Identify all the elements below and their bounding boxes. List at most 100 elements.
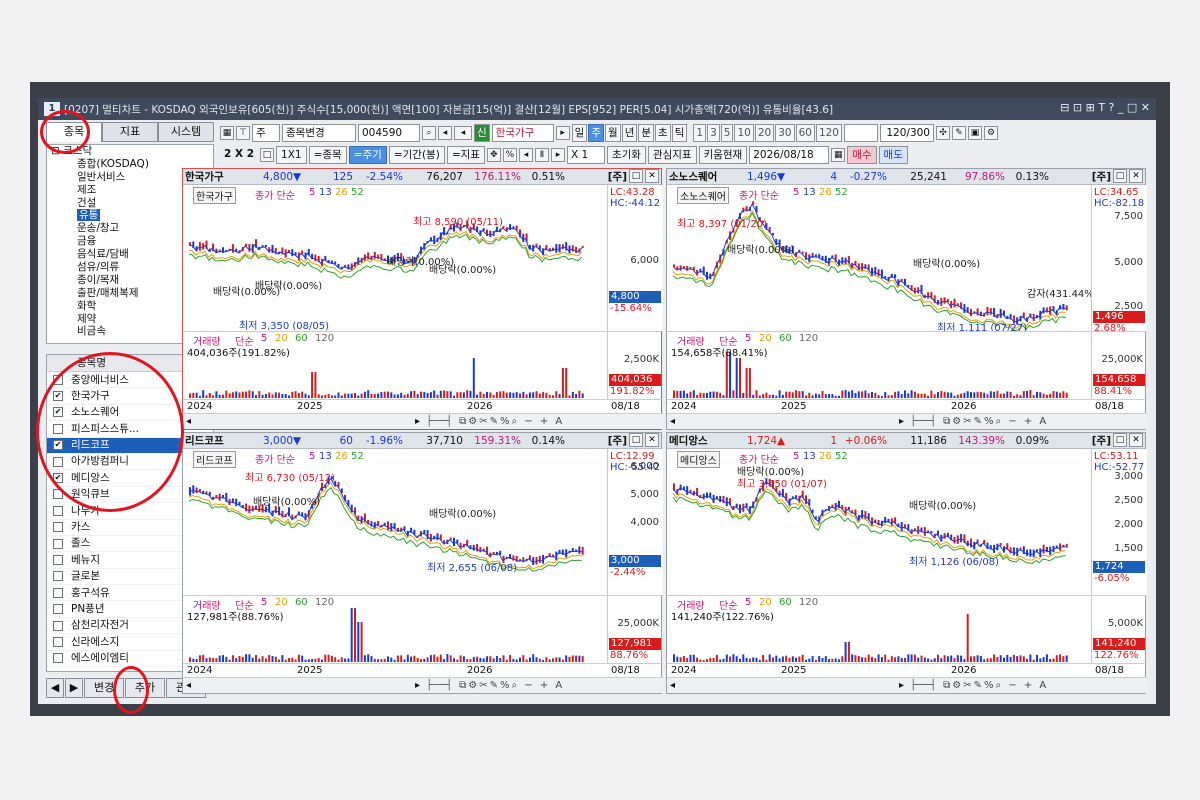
scroll-right-icon[interactable]: ▸ <box>899 680 904 691</box>
speaker-icon[interactable]: ◂ <box>438 126 452 140</box>
slider-track[interactable]: ├───┤ <box>426 680 452 691</box>
chart-scrollbar[interactable]: ◂ ▸ ├───┤ ⧉⚙✂✎%⌕ − + A <box>183 677 663 693</box>
prev-button[interactable]: ◀ <box>46 678 64 698</box>
checkbox[interactable] <box>53 571 63 582</box>
tab-systems[interactable]: 시스템 <box>158 122 214 142</box>
stock-change-select[interactable]: 종목변경 <box>282 124 356 142</box>
period-button[interactable]: 틱 <box>671 124 688 142</box>
maximize-icon[interactable]: □ <box>629 433 643 447</box>
type-select[interactable]: 주 <box>252 124 280 142</box>
kiwoom-current-button[interactable]: 키움현재 <box>698 146 748 164</box>
close-icon[interactable]: ✕ <box>1129 169 1143 183</box>
checkbox[interactable] <box>53 522 63 533</box>
interest-indicator-button[interactable]: 관심지표 <box>647 146 697 164</box>
checkbox[interactable] <box>53 604 63 615</box>
date-input[interactable]: 2026/08/18 <box>749 146 830 164</box>
number-button[interactable]: 120 <box>815 124 842 142</box>
sync-stock-button[interactable]: =종목 <box>308 146 347 164</box>
volume-plot[interactable]: 거래량 단순 5 20 60 120 141,240주(122.76%) <box>667 595 1091 663</box>
scroll-right-icon[interactable]: ▸ <box>415 680 420 691</box>
layout-icon[interactable]: □ <box>260 148 275 162</box>
checkbox[interactable] <box>53 620 63 631</box>
close-icon[interactable]: ✕ <box>645 169 659 183</box>
maximize-icon[interactable]: □ <box>1113 433 1127 447</box>
draw-icon[interactable]: ✎ <box>951 126 966 140</box>
sync-range-button[interactable]: =기간(봉) <box>388 146 445 164</box>
volume-plot[interactable]: 거래량 단순 5 20 60 120 404,036주(191.82%) <box>183 331 607 399</box>
period-button[interactable]: 주 <box>588 124 605 142</box>
checkbox[interactable] <box>53 587 63 598</box>
scroll-right-icon[interactable]: ▸ <box>899 416 904 427</box>
sync-indicator-button[interactable]: =지표 <box>446 146 485 164</box>
chart-scrollbar[interactable]: ◂ ▸ ├───┤ ⧉⚙✂✎%⌕ − + A <box>667 677 1147 693</box>
maximize-icon[interactable]: □ <box>629 169 643 183</box>
scroll-left-icon[interactable]: ◂ <box>186 680 191 691</box>
zoom-select[interactable]: X 1 <box>566 146 605 164</box>
chart-tools-icons[interactable]: ⧉⚙✂✎%⌕ − + A <box>459 680 564 691</box>
gear-icon[interactable]: ⚙ <box>983 126 998 140</box>
ratio-button[interactable]: 1X1 <box>276 146 307 164</box>
chart-tool-icon[interactable]: ✣ <box>935 126 950 140</box>
pause-icon[interactable]: Ⅱ <box>534 148 549 162</box>
prev-stock-icon[interactable]: ◂ <box>454 126 472 140</box>
chart-pane[interactable]: 메디앙스 1,724▲ 1 +0.06% 11,186 143.39% 0.09… <box>666 432 1147 694</box>
blank-select[interactable] <box>843 124 878 142</box>
pane-stock-name[interactable]: 메디앙스 <box>667 433 747 448</box>
chart-tools-icons[interactable]: ⧉⚙✂✎%⌕ − + A <box>459 416 564 427</box>
slider-track[interactable]: ├───┤ <box>426 416 452 427</box>
period-label[interactable]: [주] <box>608 433 627 448</box>
scroll-left-icon[interactable]: ◂ <box>670 416 675 427</box>
period-button[interactable]: 분 <box>638 124 655 142</box>
move-icon[interactable]: ✥ <box>486 148 501 162</box>
scroll-left-icon[interactable]: ◂ <box>670 680 675 691</box>
search-icon[interactable]: ⌕ <box>422 126 436 140</box>
volume-plot[interactable]: 거래량 단순 5 20 60 120 127,981주(88.76%) <box>183 595 607 663</box>
period-label[interactable]: [주] <box>608 169 627 184</box>
pane-stock-name[interactable]: 소노스퀘어 <box>667 169 747 184</box>
calendar-icon[interactable]: ▦ <box>831 148 846 162</box>
reset-button[interactable]: 초기화 <box>606 146 646 164</box>
checkbox[interactable] <box>53 505 63 516</box>
slider-track[interactable]: ├───┤ <box>910 416 936 427</box>
grid-icon[interactable]: ▦ <box>220 126 234 140</box>
maximize-icon[interactable]: □ <box>1113 169 1127 183</box>
price-plot[interactable]: 한국가구 종가 단순 5 13 26 52 최고 8,590 (05/11) 배당락… <box>183 185 607 332</box>
period-button[interactable]: 년 <box>621 124 638 142</box>
stock-name-field[interactable]: 한국가구 <box>491 124 554 142</box>
forward-icon[interactable]: ▸ <box>550 148 565 162</box>
number-button[interactable]: 3 <box>707 124 720 142</box>
percent-icon[interactable]: % <box>502 148 517 162</box>
save-icon[interactable]: ▣ <box>967 126 982 140</box>
count-field[interactable]: 120/300 <box>879 124 934 142</box>
scroll-left-icon[interactable]: ◂ <box>186 416 191 427</box>
checkbox[interactable] <box>53 653 63 664</box>
layout-label[interactable]: 2 X 2 <box>220 146 258 164</box>
chart-pane[interactable]: 한국가구 4,800▼ 125 -2.54% 76,207 176.11% 0.… <box>182 168 663 430</box>
pin-icon[interactable]: ⊤ <box>236 126 250 140</box>
code-input[interactable]: 004590 <box>358 124 420 142</box>
pane-stock-name[interactable]: 한국가구 <box>183 169 263 184</box>
window-controls[interactable]: ⊟ ⊡ ⊞ T ? _ □ ✕ <box>1060 101 1150 114</box>
rewind-icon[interactable]: ◂ <box>518 148 533 162</box>
chart-tools-icons[interactable]: ⧉⚙✂✎%⌕ − + A <box>943 680 1048 691</box>
next-stock-icon[interactable]: ▸ <box>555 126 570 140</box>
chart-pane[interactable]: 소노스퀘어 1,496▼ 4 -0.27% 25,241 97.86% 0.13… <box>666 168 1147 430</box>
buy-button[interactable]: 매수 <box>847 146 877 164</box>
checkbox[interactable] <box>53 554 63 565</box>
slider-track[interactable]: ├───┤ <box>910 680 936 691</box>
chart-scrollbar[interactable]: ◂ ▸ ├───┤ ⧉⚙✂✎%⌕ − + A <box>667 413 1147 429</box>
number-button[interactable]: 20 <box>754 124 775 142</box>
chart-scrollbar[interactable]: ◂ ▸ ├───┤ ⧉⚙✂✎%⌕ − + A <box>183 413 663 429</box>
price-plot[interactable]: 메디앙스 종가 단순 5 13 26 52 최고 3,650 (01/07) 배당락… <box>667 449 1091 595</box>
period-label[interactable]: [주] <box>1092 433 1111 448</box>
scroll-right-icon[interactable]: ▸ <box>415 416 420 427</box>
sell-button[interactable]: 매도 <box>878 146 908 164</box>
period-button[interactable]: 초 <box>655 124 671 142</box>
number-button[interactable]: 1 <box>693 124 707 142</box>
checkbox[interactable] <box>53 538 63 549</box>
number-button[interactable]: 60 <box>795 124 815 142</box>
pane-stock-name[interactable]: 리드코프 <box>183 433 263 448</box>
tab-indicators[interactable]: 지표 <box>102 122 158 142</box>
number-button[interactable]: 10 <box>734 124 754 142</box>
checkbox[interactable] <box>53 636 63 647</box>
